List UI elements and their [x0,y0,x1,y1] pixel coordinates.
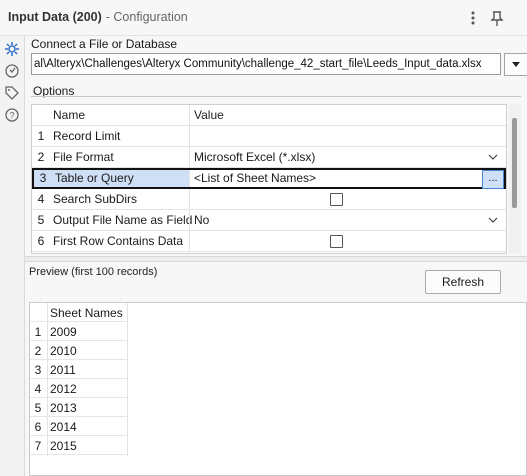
option-row-file-format[interactable]: 2 File Format Microsoft Excel (*.xlsx) [32,147,506,168]
cell-value: 2009 [50,325,77,339]
table-or-query-input[interactable]: <List of Sheet Names> ... [189,170,504,189]
browse-button[interactable]: ... [482,170,504,189]
option-row-output-file-name[interactable]: 5 Output File Name as Field No [32,210,506,231]
preview-grid: Sheet Names 1 2009 2 2010 3 2011 4 2012 … [29,302,527,476]
column-header-sheet-names[interactable]: Sheet Names [50,306,128,320]
search-subdirs-cell [189,189,506,210]
option-row-search-subdirs[interactable]: 4 Search SubDirs [32,189,506,210]
output-file-name-select[interactable]: No [189,210,506,231]
window-subtitle: - Configuration [105,10,188,24]
file-path-input[interactable]: al\Alteryx\Challenges\Alteryx Community\… [31,53,501,75]
row-number: 5 [37,213,45,227]
header-value: Value [189,105,506,126]
cell-value: 2014 [50,420,77,434]
row-number: 3 [39,171,47,185]
table-row[interactable]: 7 2015 [30,436,128,455]
cell-value: 2011 [50,363,76,377]
svg-text:?: ? [9,111,14,121]
cell-value: 2013 [50,401,77,415]
row-number: 4 [37,192,45,206]
tool-help-icon[interactable] [4,63,20,79]
table-row[interactable]: 4 2012 [30,379,128,398]
option-name: File Format [53,150,114,164]
option-name: First Row Contains Data [53,234,184,248]
option-row-record-limit[interactable]: 1 Record Limit [32,126,506,147]
more-vert-icon[interactable] [465,9,481,27]
options-grid: Name Value 1 Record Limit 2 File Format … [31,104,507,254]
preview-panel: Preview (first 100 records) Refresh Shee… [25,262,527,476]
row-number: 2 [34,344,42,358]
option-name: Table or Query [55,171,134,185]
row-number: 5 [34,401,42,415]
configuration-panel: Connect a File or Database al\Alteryx\Ch… [25,36,527,256]
preview-label: Preview (first 100 records) [29,266,158,278]
options-scrollbar[interactable] [509,104,521,254]
table-row[interactable]: 1 2009 [30,322,128,341]
output-file-name-value: No [194,213,210,227]
chevron-down-icon [488,217,498,223]
option-row-first-row-data[interactable]: 6 First Row Contains Data [32,231,506,252]
option-row-table-or-query[interactable]: 3 Table or Query <List of Sheet Names> .… [32,168,506,189]
cell-value: 2012 [50,382,77,396]
table-row[interactable]: 2 2010 [30,341,128,360]
first-row-data-cell [189,231,506,252]
option-name: Output File Name as Field [53,213,193,227]
option-name: Record Limit [53,129,121,143]
chevron-down-icon [488,154,498,160]
record-limit-input[interactable] [189,126,506,147]
file-format-value: Microsoft Excel (*.xlsx) [194,150,316,164]
refresh-button[interactable]: Refresh [425,270,501,294]
help-icon[interactable]: ? [4,107,20,123]
preview-header-row: Sheet Names [30,303,128,322]
preview-table: Sheet Names 1 2009 2 2010 3 2011 4 2012 … [30,303,128,455]
row-number: 7 [34,439,42,453]
title-bar: Input Data (200) - Configuration [0,0,527,36]
cell-value: 2010 [50,344,77,358]
connect-label: Connect a File or Database [31,37,178,51]
cell-value: 2015 [50,439,77,453]
table-or-query-value: <List of Sheet Names> [194,171,317,185]
file-dropdown-button[interactable] [504,53,527,76]
row-number: 6 [34,420,42,434]
table-row[interactable]: 5 2013 [30,398,128,417]
left-icon-strip: ? [0,36,25,476]
first-row-data-checkbox[interactable] [330,235,343,248]
option-name: Search SubDirs [53,192,138,206]
search-subdirs-checkbox[interactable] [330,193,343,206]
row-number: 6 [37,234,45,248]
tool-name: Input Data (200) [8,10,102,24]
row-number: 4 [34,382,42,396]
row-number: 1 [37,129,45,143]
header-name: Name [53,108,86,122]
table-row[interactable]: 3 2011 [30,360,128,379]
options-divider [31,96,521,97]
tag-icon[interactable] [4,85,20,101]
gear-icon[interactable] [4,41,20,57]
options-header-row: Name Value [32,105,506,126]
pin-icon[interactable] [489,9,505,27]
table-row[interactable]: 6 2014 [30,417,128,436]
window-title: Input Data (200) - Configuration [8,10,188,24]
row-number: 1 [34,325,42,339]
row-number: 2 [37,150,45,164]
scrollbar-thumb[interactable] [512,118,517,208]
row-number: 3 [34,363,42,377]
file-format-select[interactable]: Microsoft Excel (*.xlsx) [189,147,506,168]
